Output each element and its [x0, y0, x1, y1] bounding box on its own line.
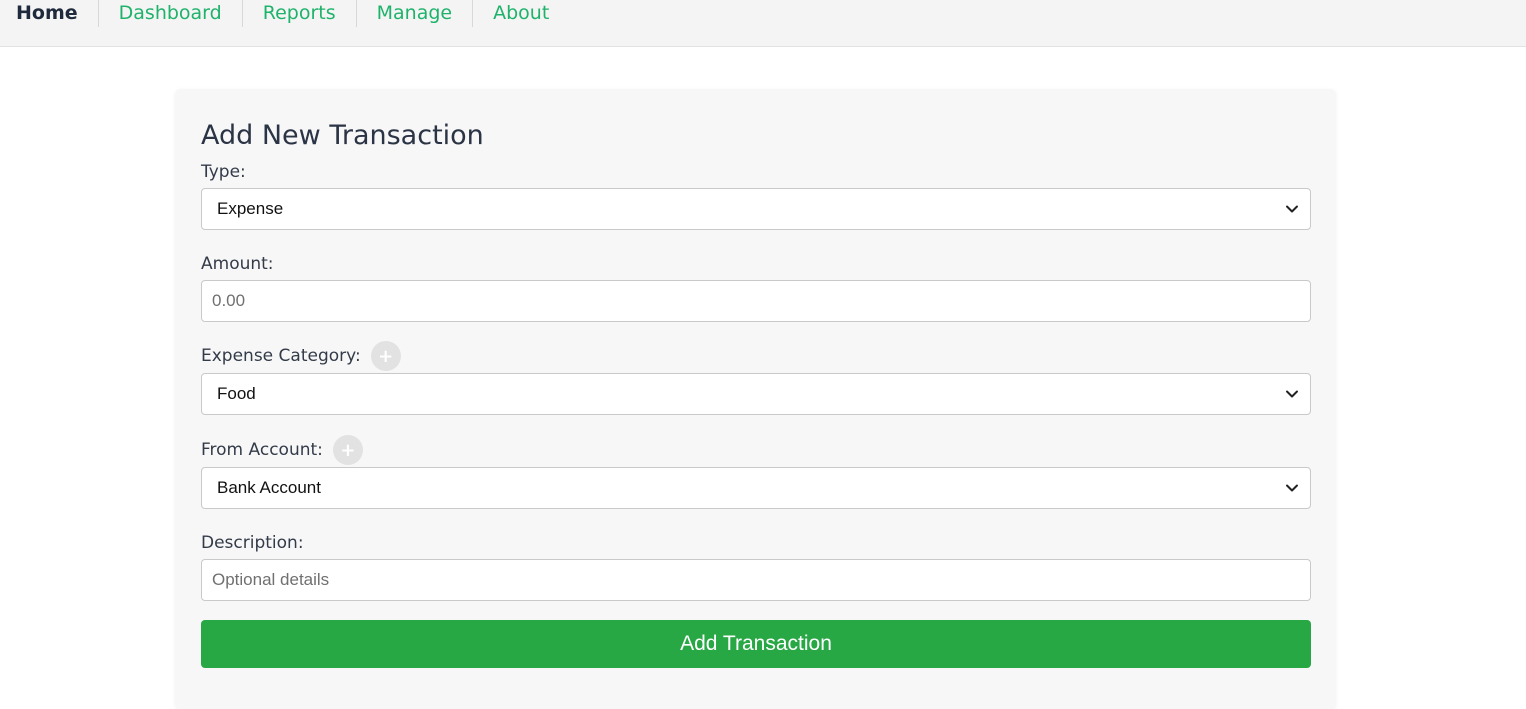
chevron-down-icon	[1286, 205, 1298, 213]
plus-icon: +	[340, 440, 356, 461]
nav-item-dashboard[interactable]: Dashboard	[99, 0, 243, 27]
category-select[interactable]: Food	[201, 373, 1311, 415]
amount-label: Amount:	[201, 254, 274, 274]
nav-item-reports[interactable]: Reports	[243, 0, 357, 27]
type-label-text: Type:	[201, 162, 246, 182]
account-select[interactable]: Bank Account	[201, 467, 1311, 509]
add-category-button[interactable]: +	[370, 341, 401, 371]
plus-icon: +	[378, 346, 394, 367]
nav-item-about[interactable]: About	[473, 0, 569, 27]
chevron-down-icon	[1286, 390, 1298, 398]
add-account-button[interactable]: +	[332, 435, 363, 465]
category-label: Expense Category: +	[201, 341, 401, 371]
type-label: Type:	[201, 162, 246, 182]
category-label-text: Expense Category:	[201, 346, 361, 366]
account-label-text: From Account:	[201, 440, 323, 460]
description-label: Description:	[201, 533, 304, 553]
form-title: Add New Transaction	[201, 120, 484, 151]
type-selected-value: Expense	[217, 199, 284, 218]
category-selected-value: Food	[217, 384, 256, 403]
account-selected-value: Bank Account	[217, 478, 321, 497]
chevron-down-icon	[1286, 484, 1298, 492]
description-label-text: Description:	[201, 533, 304, 553]
description-input[interactable]	[201, 559, 1311, 601]
add-transaction-card: Add New Transaction Type: Expense Amount…	[175, 89, 1336, 709]
nav-item-manage[interactable]: Manage	[357, 0, 474, 27]
amount-input[interactable]	[201, 280, 1311, 322]
nav-menu: Home Dashboard Reports Manage About	[0, 0, 1526, 28]
top-navigation-bar: Home Dashboard Reports Manage About	[0, 0, 1526, 47]
type-select[interactable]: Expense	[201, 188, 1311, 230]
nav-item-home[interactable]: Home	[0, 0, 99, 27]
amount-label-text: Amount:	[201, 254, 274, 274]
add-transaction-button[interactable]: Add Transaction	[201, 620, 1311, 668]
account-label: From Account: +	[201, 435, 363, 465]
